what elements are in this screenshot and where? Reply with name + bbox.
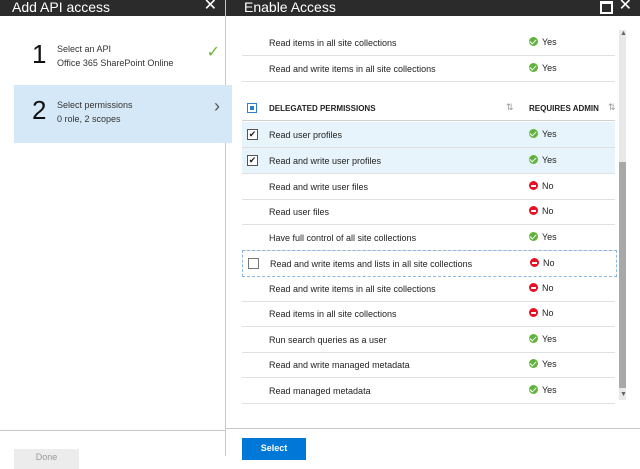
permission-label: Run search queries as a user — [269, 335, 387, 345]
requires-admin-header: REQUIRES ADMIN — [529, 104, 599, 113]
permission-label: Read items in all site collections — [269, 38, 397, 48]
permission-row[interactable]: Read managed metadata Yes — [242, 378, 615, 404]
no-icon — [529, 181, 538, 190]
permission-label: Read managed metadata — [269, 386, 371, 396]
no-icon — [529, 283, 538, 292]
requires-admin-value: Yes — [529, 129, 557, 139]
permission-checkbox[interactable]: ✔ — [247, 155, 258, 166]
permission-row[interactable]: ✔ Read user profiles Yes — [242, 122, 615, 148]
group-label: DELEGATED PERMISSIONS — [269, 104, 376, 113]
permission-label: Read and write managed metadata — [269, 360, 410, 370]
no-icon — [529, 308, 538, 317]
permission-label: Have full control of all site collection… — [269, 233, 417, 243]
maximize-icon[interactable] — [600, 1, 613, 14]
step-select-permissions[interactable]: 2 Select permissions 0 role, 2 scopes › — [14, 85, 232, 143]
permission-label: Read user profiles — [269, 130, 343, 140]
permission-label: Read and write items and lists in all si… — [270, 259, 473, 269]
sort-icon[interactable]: ⇅ — [608, 102, 616, 113]
requires-admin-value: Yes — [529, 63, 557, 73]
permission-label: Read and write user profiles — [269, 156, 382, 166]
close-icon[interactable]: ✕ — [204, 0, 217, 14]
permission-checkbox[interactable] — [248, 258, 259, 269]
permission-row[interactable]: Read items in all site collections Yes — [242, 30, 615, 56]
yes-icon — [529, 37, 538, 46]
enable-access-blade: Enable Access ✕ Read items in all site c… — [226, 0, 640, 460]
step-subtitle: Office 365 SharePoint Online — [57, 58, 174, 68]
permission-row[interactable]: Read items in all site collections No — [242, 301, 615, 327]
permission-row[interactable]: Have full control of all site collection… — [242, 225, 615, 251]
permission-label: Read and write items in all site collect… — [269, 284, 436, 294]
requires-admin-value: Yes — [529, 155, 557, 165]
permission-label: Read items in all site collections — [269, 309, 397, 319]
scrollbar-thumb[interactable] — [619, 162, 626, 388]
permission-row[interactable]: Read and write user files No — [242, 174, 615, 200]
requires-admin-value: No — [529, 283, 554, 293]
requires-admin-value: No — [529, 181, 554, 191]
permission-row[interactable]: Read and write managed metadata Yes — [242, 352, 615, 378]
yes-icon — [529, 155, 538, 164]
permission-label: Read user files — [269, 207, 330, 217]
permission-row[interactable]: Read and write items in all site collect… — [242, 276, 615, 302]
done-button[interactable]: Done — [14, 449, 79, 469]
left-blade-footer: Done — [0, 430, 225, 469]
requires-admin-value: No — [530, 258, 555, 268]
scroll-down-icon[interactable]: ▼ — [620, 391, 627, 398]
delegated-permissions-header: DELEGATED PERMISSIONS ⇅ REQUIRES ADMIN ⇅ — [242, 95, 616, 121]
yes-icon — [529, 232, 538, 241]
no-icon — [529, 206, 538, 215]
step-title: Select permissions — [57, 100, 133, 110]
chevron-right-icon: › — [214, 96, 220, 116]
step-number: 1 — [32, 39, 47, 69]
add-api-access-blade: Add API access ✕ 1 Select an API Office … — [0, 0, 232, 469]
permission-row[interactable]: ✔ Read and write user profiles Yes — [242, 148, 615, 174]
yes-icon — [529, 129, 538, 138]
no-icon — [530, 258, 539, 267]
permission-checkbox[interactable]: ✔ — [247, 129, 258, 140]
requires-admin-value: No — [529, 206, 554, 216]
vertical-scrollbar[interactable]: ▲ ▼ — [619, 30, 627, 400]
step-title: Select an API — [57, 44, 112, 54]
permission-row[interactable]: Read user files No — [242, 199, 615, 225]
requires-admin-value: No — [529, 308, 554, 318]
scroll-up-icon[interactable]: ▲ — [620, 30, 627, 37]
right-blade-footer: Select — [226, 428, 640, 460]
yes-icon — [529, 359, 538, 368]
requires-admin-value: Yes — [529, 37, 557, 47]
permission-label: Read and write items in all site collect… — [269, 64, 436, 74]
right-blade-title: Enable Access — [244, 0, 336, 15]
yes-icon — [529, 63, 538, 72]
close-icon[interactable]: ✕ — [619, 0, 632, 14]
select-all-checkbox[interactable] — [247, 103, 257, 113]
permission-row[interactable]: Read and write items and lists in all si… — [242, 250, 617, 277]
select-button[interactable]: Select — [242, 438, 306, 460]
requires-admin-value: Yes — [529, 334, 557, 344]
requires-admin-value: Yes — [529, 385, 557, 395]
step-subtitle: 0 role, 2 scopes — [57, 114, 121, 124]
step-select-api[interactable]: 1 Select an API Office 365 SharePoint On… — [14, 29, 232, 87]
requires-admin-value: Yes — [529, 232, 557, 242]
right-blade-header: Enable Access ✕ — [226, 0, 640, 16]
permission-row[interactable]: Run search queries as a user Yes — [242, 327, 615, 353]
permission-label: Read and write user files — [269, 182, 369, 192]
requires-admin-value: Yes — [529, 359, 557, 369]
yes-icon — [529, 334, 538, 343]
step-number: 2 — [32, 95, 47, 125]
sort-icon[interactable]: ⇅ — [506, 102, 514, 113]
yes-icon — [529, 385, 538, 394]
left-blade-header: Add API access ✕ — [0, 0, 225, 16]
left-blade-title: Add API access — [12, 0, 111, 15]
permission-row[interactable]: Read and write items in all site collect… — [242, 56, 615, 82]
checkmark-icon: ✓ — [206, 44, 220, 61]
